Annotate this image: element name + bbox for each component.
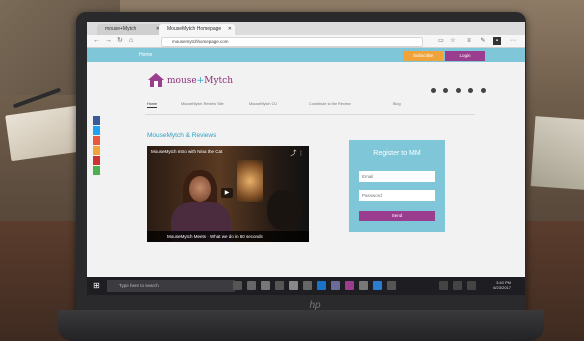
menu-item-review-site[interactable]: MouseMytch Review Site — [181, 102, 224, 106]
email-field[interactable] — [359, 171, 435, 182]
store-icon[interactable] — [303, 281, 312, 290]
send-button[interactable]: Send — [359, 211, 435, 221]
favorite-star-icon[interactable]: ☆ — [449, 37, 457, 45]
menu-item-cu[interactable]: MouseMytch CU — [249, 102, 277, 106]
tab-label: MouseMytch Homepage — [167, 26, 222, 32]
subscribe-button[interactable]: Subscribe — [403, 51, 443, 61]
share-twitter-icon[interactable] — [93, 126, 100, 135]
login-button[interactable]: Login — [445, 51, 485, 61]
youtube-icon[interactable] — [480, 88, 486, 93]
task-view-icon[interactable] — [233, 281, 242, 290]
back-icon[interactable]: ← — [93, 37, 100, 45]
share-email-icon[interactable] — [93, 166, 100, 175]
facebook-icon[interactable] — [431, 88, 436, 93]
taskbar-app-icon[interactable] — [359, 281, 368, 290]
video-share-icon[interactable]: ⤴ ⋮ — [290, 148, 304, 157]
taskbar-app-icon[interactable] — [247, 281, 256, 290]
browser-tab-bar: mouse+Mytch ✕ MouseMytch Homepage ✕ — [87, 22, 525, 35]
extension-icon[interactable]: ▪ — [493, 37, 501, 45]
share-facebook-icon[interactable] — [93, 116, 100, 125]
taskbar-clock[interactable]: 3:40 PM 6/23/2017 — [493, 280, 511, 290]
taskbar-app-icon[interactable] — [373, 281, 382, 290]
browser-tab-active[interactable]: MouseMytch Homepage ✕ — [159, 24, 235, 35]
clock-date: 6/23/2017 — [493, 285, 511, 290]
register-panel: Register to MM Send — [349, 140, 445, 232]
twitter-icon[interactable] — [443, 88, 449, 93]
edge-browser-icon[interactable] — [317, 281, 326, 290]
windows-start-icon[interactable]: ⊞ — [93, 281, 102, 290]
browser-tab[interactable]: mouse+Mytch ✕ — [97, 24, 163, 35]
taskbar-app-icon[interactable] — [387, 281, 396, 290]
reading-view-icon[interactable]: ▭ — [437, 37, 445, 45]
close-icon[interactable]: ✕ — [228, 24, 232, 35]
address-bar: ← → ↻ ⌂ mousemytchhomepage.com ▭ ☆ ≡ ✎ ▪… — [87, 35, 525, 48]
network-icon[interactable] — [467, 281, 476, 290]
menu-item-blog[interactable]: Blog — [393, 102, 401, 106]
url-input[interactable]: mousemytchhomepage.com — [161, 37, 423, 47]
linkedin-icon[interactable] — [455, 88, 461, 93]
more-icon[interactable]: ⋯ — [509, 37, 517, 45]
taskbar-app-icon[interactable] — [289, 281, 298, 290]
paper-sheet-right — [530, 116, 584, 190]
file-explorer-icon[interactable] — [275, 281, 284, 290]
share-rss-icon[interactable] — [93, 146, 100, 155]
video-player[interactable]: MouseMytch Intro with Nina the Cat ⤴ ⋮ ▶… — [147, 146, 309, 242]
home-link[interactable]: Home — [139, 52, 152, 58]
instagram-icon[interactable] — [468, 88, 474, 93]
system-tray-icon[interactable] — [453, 281, 462, 290]
share-sidebar — [93, 116, 100, 176]
share-google-icon[interactable] — [93, 136, 100, 145]
windows-taskbar: ⊞ Type here to search 3:40 PM 6/23/2017 — [87, 277, 525, 295]
logo-part1: mouse — [167, 76, 197, 86]
forward-icon[interactable]: → — [105, 37, 112, 45]
section-heading: MouseMytch & Reviews — [147, 132, 217, 139]
taskbar-app-icon[interactable] — [345, 281, 354, 290]
notes-icon[interactable]: ✎ — [479, 37, 487, 45]
video-scene-face — [189, 176, 211, 202]
menu-item-home[interactable]: Home — [147, 102, 158, 108]
menu-divider — [145, 114, 475, 115]
system-tray-icon[interactable] — [439, 281, 448, 290]
menu-item-contribute[interactable]: Contribute to the Review — [309, 102, 351, 106]
play-icon[interactable]: ▶ — [221, 188, 233, 198]
laptop-screen: mouse+Mytch ✕ MouseMytch Homepage ✕ ← → … — [87, 22, 525, 295]
video-title: MouseMytch Intro with Nina the Cat — [151, 149, 223, 154]
register-title: Register to MM — [373, 150, 421, 157]
taskbar-app-icon[interactable] — [331, 281, 340, 290]
site-logo[interactable]: mouse+Mytch — [167, 76, 233, 86]
video-scene-lamp — [237, 160, 263, 202]
logo-part2: Mytch — [204, 76, 234, 86]
home-icon[interactable]: ⌂ — [129, 37, 133, 45]
social-icons — [431, 80, 489, 98]
password-field[interactable] — [359, 190, 435, 201]
hp-logo-icon: hp — [309, 300, 321, 311]
refresh-icon[interactable]: ↻ — [117, 37, 123, 45]
house-logo-icon[interactable] — [147, 72, 165, 88]
share-pinterest-icon[interactable] — [93, 156, 100, 165]
site-top-bar: Home Subscribe Login — [87, 48, 525, 62]
video-caption: MouseMytch Meets · What we do in 60 seco… — [147, 231, 309, 242]
hub-icon[interactable]: ≡ — [465, 37, 473, 45]
taskbar-app-icon[interactable] — [261, 281, 270, 290]
taskbar-search-input[interactable]: Type here to search — [107, 280, 235, 292]
video-scene-dog — [267, 190, 301, 230]
tab-label: mouse+Mytch — [105, 26, 137, 32]
laptop-base — [58, 310, 544, 341]
